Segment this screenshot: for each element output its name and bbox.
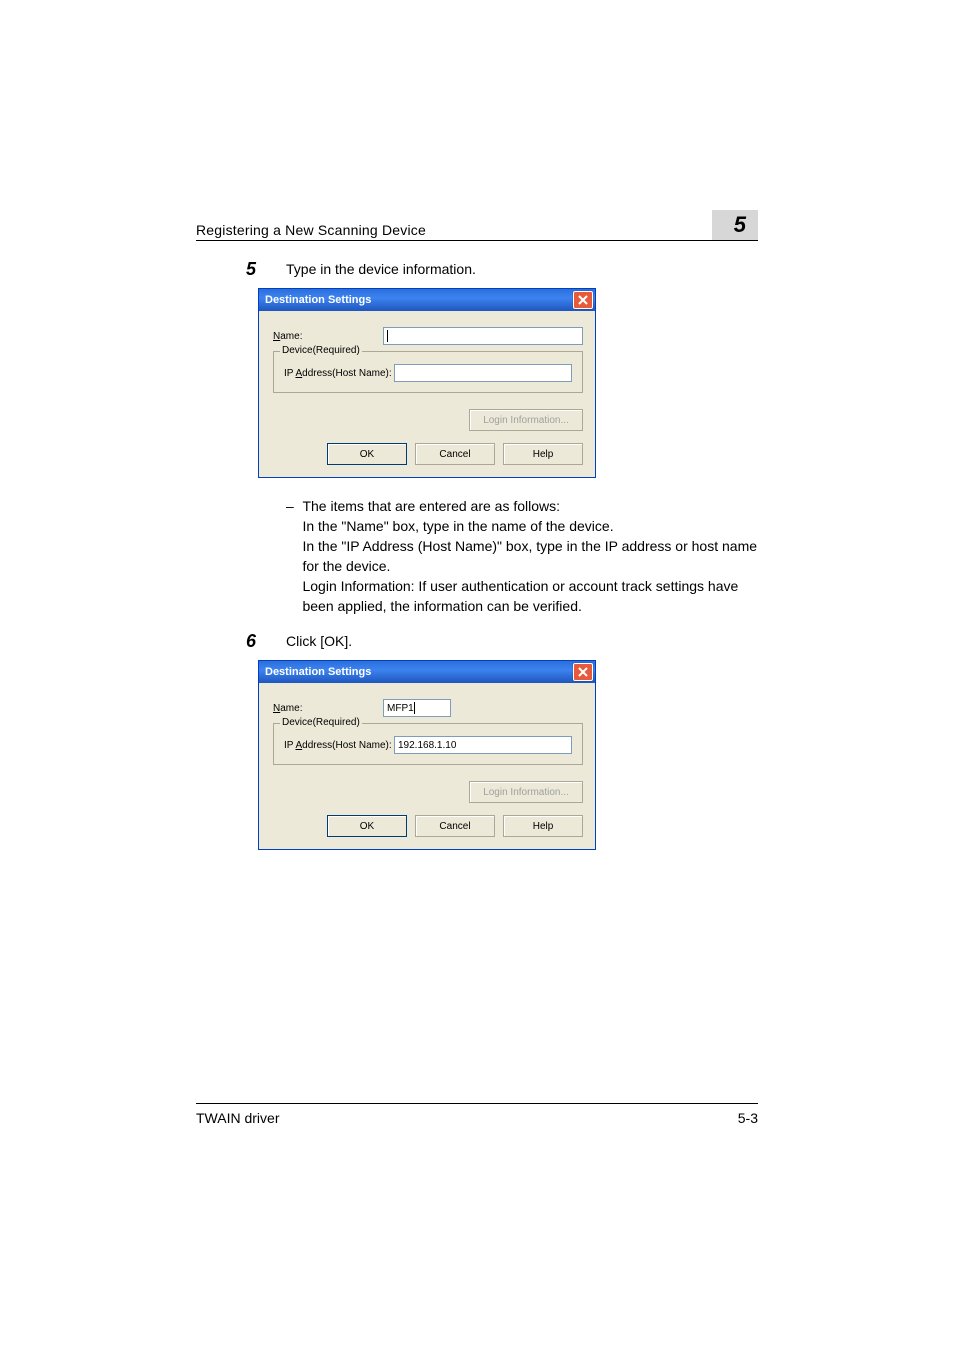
name-label: Name: <box>273 703 383 714</box>
ip-row: IP Address(Host Name): <box>284 364 572 382</box>
close-button[interactable] <box>573 663 593 681</box>
step-number: 6 <box>196 630 286 652</box>
close-icon <box>574 292 592 308</box>
login-row: Login Information... <box>273 409 583 431</box>
device-fieldset: Device(Required) IP Address(Host Name): … <box>273 723 583 765</box>
ok-button[interactable]: OK <box>327 443 407 465</box>
fieldset-legend: Device(Required) <box>280 345 362 356</box>
step5-sublist: – The items that are entered are as foll… <box>286 496 758 616</box>
button-row: OK Cancel Help <box>273 815 583 837</box>
sublist-text: The items that are entered are as follow… <box>302 496 758 616</box>
dialog-body: Name: Device(Required) IP Address(Host N… <box>259 311 595 477</box>
login-row: Login Information... <box>273 781 583 803</box>
name-input[interactable] <box>383 327 583 345</box>
page-header: Registering a New Scanning Device 5 <box>196 210 758 241</box>
text-cursor <box>387 330 388 342</box>
ok-button[interactable]: OK <box>327 815 407 837</box>
login-information-button[interactable]: Login Information... <box>469 781 583 803</box>
dialog-body: Name: MFP1 Device(Required) IP Address(H… <box>259 683 595 849</box>
step-text: Click [OK]. <box>286 630 758 652</box>
text-cursor <box>414 702 415 714</box>
step-6: 6 Click [OK]. <box>196 630 758 652</box>
page-content: 5 Type in the device information. Destin… <box>196 258 758 868</box>
login-information-button[interactable]: Login Information... <box>469 409 583 431</box>
fieldset-legend: Device(Required) <box>280 717 362 728</box>
dialog-titlebar[interactable]: Destination Settings <box>259 661 595 683</box>
help-button[interactable]: Help <box>503 815 583 837</box>
close-icon <box>574 664 592 680</box>
name-row: Name: <box>273 327 583 345</box>
ip-label: IP Address(Host Name): <box>284 368 394 379</box>
chapter-number: 5 <box>712 210 758 240</box>
step-text: Type in the device information. <box>286 258 758 280</box>
name-label: Name: <box>273 331 383 342</box>
dash: – <box>286 496 302 616</box>
cancel-button[interactable]: Cancel <box>415 443 495 465</box>
sublist-row: – The items that are entered are as foll… <box>286 496 758 616</box>
close-button[interactable] <box>573 291 593 309</box>
destination-settings-dialog-1: Destination Settings Name: <box>258 288 596 478</box>
footer-left: TWAIN driver <box>196 1110 279 1126</box>
cancel-button[interactable]: Cancel <box>415 815 495 837</box>
dialog-titlebar[interactable]: Destination Settings <box>259 289 595 311</box>
device-fieldset: Device(Required) IP Address(Host Name): <box>273 351 583 393</box>
ip-input[interactable]: 192.168.1.10 <box>394 736 572 754</box>
dialog-title: Destination Settings <box>265 294 371 306</box>
ip-label: IP Address(Host Name): <box>284 740 394 751</box>
ip-row: IP Address(Host Name): 192.168.1.10 <box>284 736 572 754</box>
destination-settings-dialog-2: Destination Settings Name: MFP1 <box>258 660 596 850</box>
footer-right: 5-3 <box>738 1110 758 1126</box>
page-footer: TWAIN driver 5-3 <box>196 1103 758 1126</box>
name-row: Name: MFP1 <box>273 699 583 717</box>
help-button[interactable]: Help <box>503 443 583 465</box>
ip-input[interactable] <box>394 364 572 382</box>
button-row: OK Cancel Help <box>273 443 583 465</box>
header-title: Registering a New Scanning Device <box>196 222 426 238</box>
name-input[interactable]: MFP1 <box>383 699 451 717</box>
step-number: 5 <box>196 258 286 280</box>
step-5: 5 Type in the device information. <box>196 258 758 280</box>
dialog-title: Destination Settings <box>265 666 371 678</box>
